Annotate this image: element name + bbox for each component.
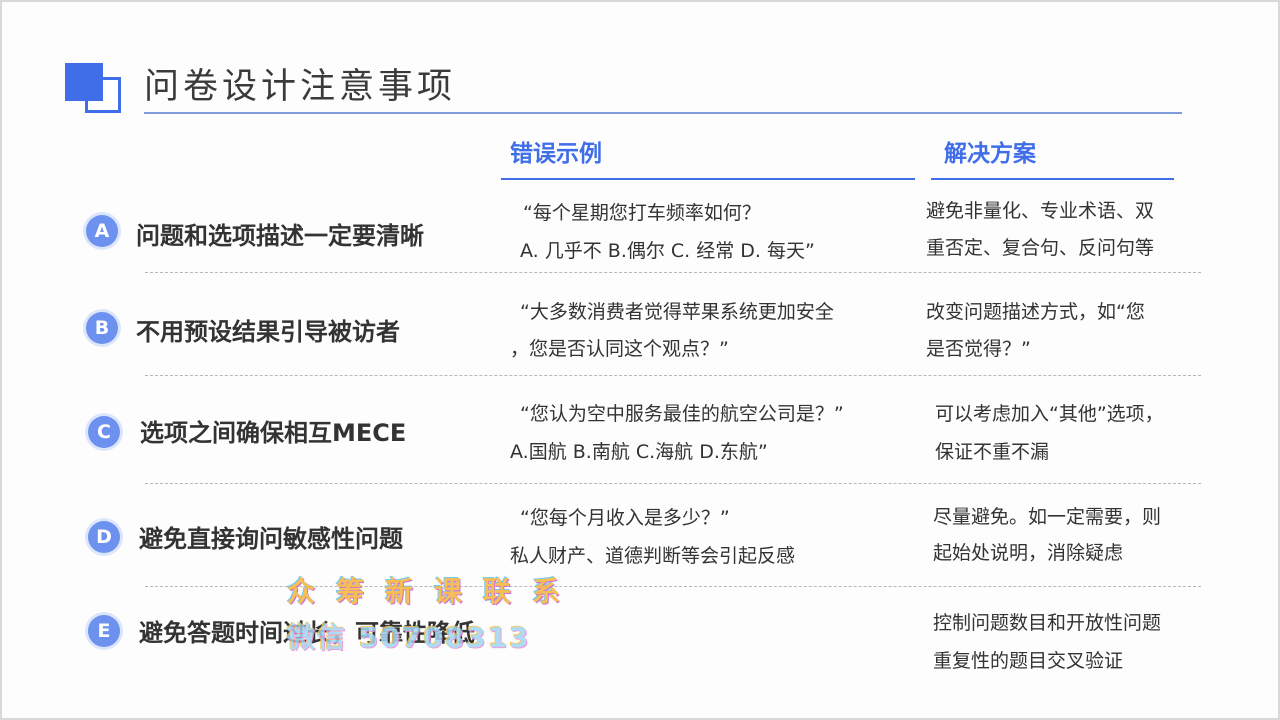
row-badge-b: B — [86, 312, 118, 344]
title-divider — [144, 112, 1182, 114]
column-header-solutions-underline — [931, 178, 1174, 180]
watermark-line1: 众筹新课联系 — [287, 575, 582, 608]
row-solution-e-line1: 控制问题数目和开放性问题 — [933, 612, 1162, 634]
row-example-a-line1: “每个星期您打车频率如何？ — [523, 202, 761, 224]
row-title-e: 避免答题时间过长，可靠性降低 — [139, 619, 475, 647]
row-solution-a-line2: 重否定、复合句、反问句等 — [926, 237, 1155, 259]
row-solution-b-line1: 改变问题描述方式，如“您 — [926, 301, 1145, 323]
row-badge-d: D — [88, 521, 120, 553]
row-title-c: 选项之间确保相互MECE — [140, 419, 407, 447]
slide: 问卷设计注意事项 错误示例 解决方案 A 问题和选项描述一定要清晰 “每个星期您… — [0, 0, 1280, 720]
column-header-errors-underline — [501, 178, 915, 180]
row-title-a: 问题和选项描述一定要清晰 — [136, 222, 424, 250]
row-example-d-line1: “您每个月收入是多少？” — [520, 507, 730, 529]
row-solution-c-line2: 保证不重不漏 — [935, 441, 1050, 463]
title-logo-icon — [65, 63, 123, 115]
column-header-errors: 错误示例 — [510, 141, 602, 167]
row-solution-d-line1: 尽量避免。如一定需要，则 — [933, 506, 1162, 528]
row-solution-b-line2: 是否觉得？” — [926, 338, 1031, 360]
row-divider — [145, 375, 1201, 376]
row-badge-a: A — [86, 215, 118, 247]
page-title: 问卷设计注意事项 — [144, 67, 457, 107]
row-divider — [145, 586, 1201, 587]
row-badge-c: C — [88, 416, 120, 448]
row-title-d: 避免直接询问敏感性问题 — [139, 525, 403, 553]
row-example-b-line1: “大多数消费者觉得苹果系统更加安全 — [520, 301, 834, 323]
row-example-b-line2: ，您是否认同这个观点？” — [510, 338, 729, 360]
row-solution-c-line1: 可以考虑加入“其他”选项， — [935, 403, 1164, 425]
row-solution-a-line1: 避免非量化、专业术语、双 — [926, 200, 1155, 222]
row-solution-d-line2: 起始处说明，消除疑虑 — [933, 542, 1124, 564]
row-example-c-line2: A.国航 B.南航 C.海航 D.东航” — [510, 441, 768, 463]
row-example-c-line1: “您认为空中服务最佳的航空公司是？” — [520, 403, 844, 425]
row-badge-e: E — [88, 615, 120, 647]
row-divider — [145, 272, 1201, 273]
row-example-a-line2: A. 几乎不 B.偶尔 C. 经常 D. 每天” — [520, 240, 815, 262]
column-header-solutions: 解决方案 — [944, 141, 1036, 167]
row-example-d-line2: 私人财产、道德判断等会引起反感 — [510, 545, 796, 567]
row-divider — [145, 483, 1201, 484]
row-solution-e-line2: 重复性的题目交叉验证 — [933, 650, 1124, 672]
row-title-b: 不用预设结果引导被访者 — [136, 318, 400, 346]
